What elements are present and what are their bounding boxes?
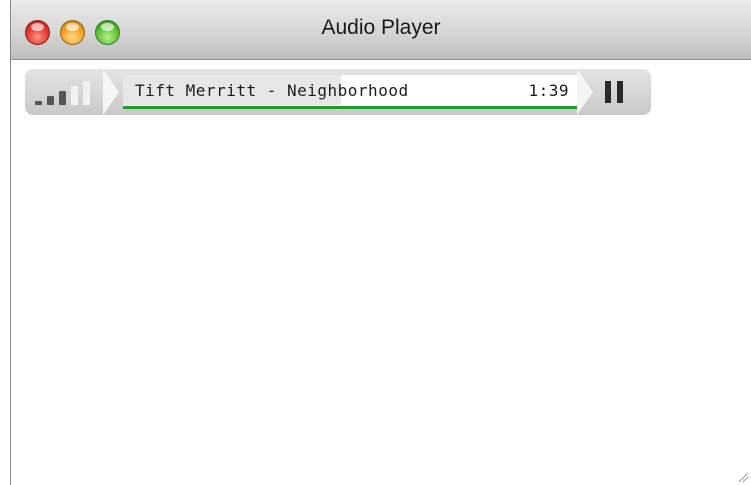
volume-bar: [71, 86, 78, 105]
elapsed-time: 1:39: [528, 81, 569, 100]
track-display[interactable]: Tift Merritt - Neighborhood 1:39: [123, 75, 577, 109]
load-progress-bar[interactable]: [123, 106, 577, 109]
volume-bar: [35, 101, 42, 105]
pause-icon-bar: [617, 81, 623, 103]
right-chevron-divider: [577, 69, 593, 115]
pause-button[interactable]: [605, 81, 625, 103]
pause-icon: [605, 81, 611, 103]
volume-bars-icon[interactable]: [35, 81, 101, 105]
resize-grip-icon[interactable]: [735, 469, 749, 483]
title-bar[interactable]: Audio Player: [11, 0, 751, 60]
audio-player-bar: Tift Merritt - Neighborhood 1:39: [25, 69, 651, 115]
volume-bar: [59, 91, 66, 105]
track-title: Tift Merritt - Neighborhood: [135, 81, 409, 100]
volume-bar: [83, 81, 90, 105]
volume-bar: [47, 96, 54, 105]
audio-player-window: Audio Player Tift Merritt - Neighborhood…: [10, 0, 751, 485]
left-chevron-divider: [103, 69, 119, 115]
window-title: Audio Player: [321, 16, 441, 39]
